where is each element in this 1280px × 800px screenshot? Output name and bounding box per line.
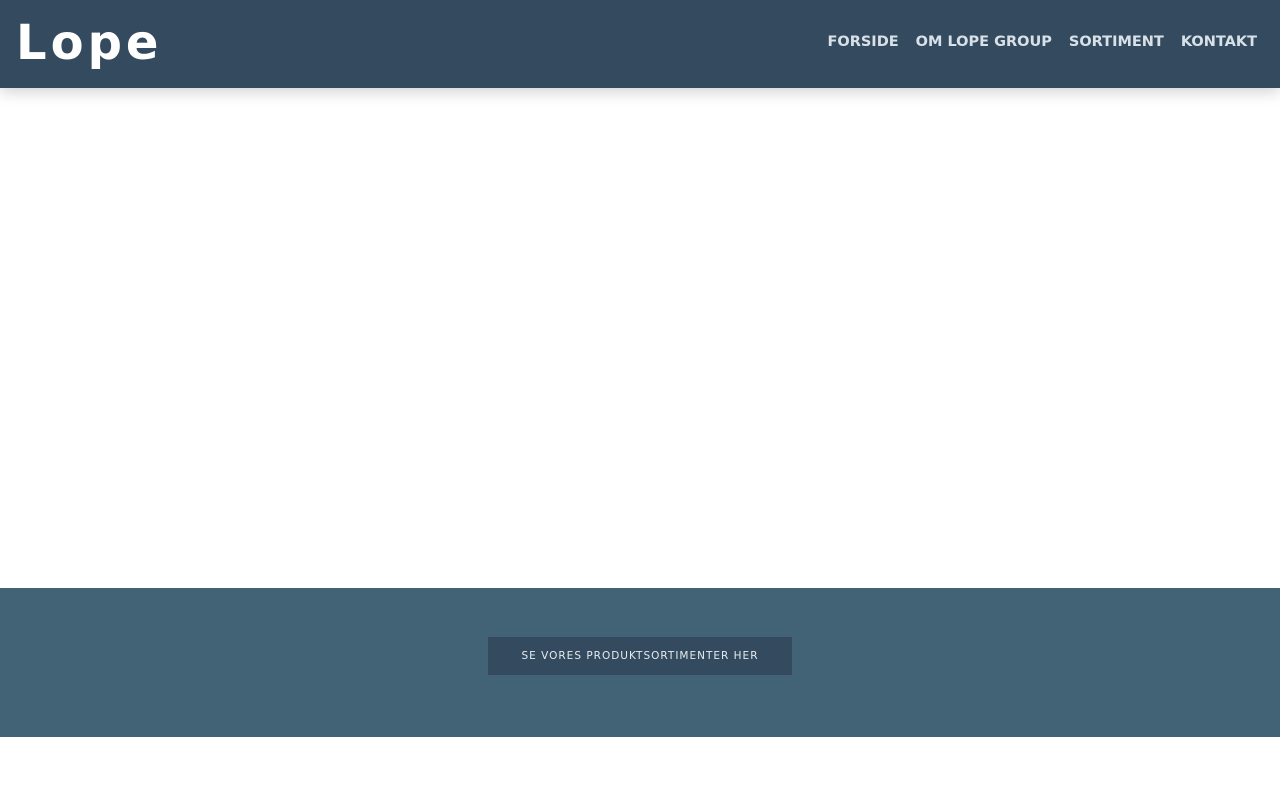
nav-item-forside[interactable]: FORSIDE <box>827 32 898 52</box>
page-bottom-area <box>0 737 1280 800</box>
nav-item-om-lope-group[interactable]: OM LOPE GROUP <box>916 32 1052 52</box>
main-nav: FORSIDE OM LOPE GROUP SORTIMENT KONTAKT <box>827 32 1257 52</box>
product-assortment-button[interactable]: SE VORES PRODUKTSORTIMENTER HER <box>488 637 792 675</box>
nav-item-sortiment[interactable]: SORTIMENT <box>1069 32 1164 52</box>
site-logo[interactable]: Lope <box>16 19 162 67</box>
cta-band: SE VORES PRODUKTSORTIMENTER HER <box>0 588 1280 737</box>
nav-item-kontakt[interactable]: KONTAKT <box>1181 32 1257 52</box>
hero-area <box>0 88 1280 588</box>
site-header: Lope FORSIDE OM LOPE GROUP SORTIMENT KON… <box>0 0 1280 88</box>
